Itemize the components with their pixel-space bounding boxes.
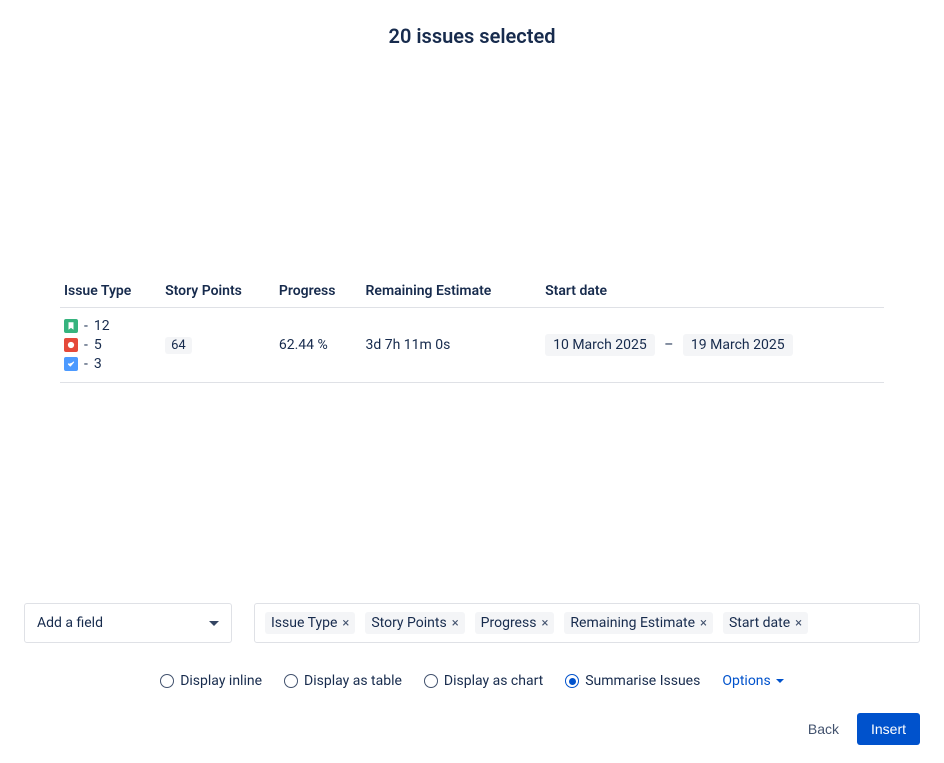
options-label: Options — [722, 673, 770, 689]
chip-issue-type: Issue Type × — [265, 612, 355, 634]
chip-remove-icon[interactable]: × — [342, 617, 349, 630]
radio-summarise-issues[interactable]: Summarise Issues — [565, 673, 700, 689]
summary-table: Issue Type Story Points Progress Remaini… — [60, 275, 884, 383]
chip-label: Start date — [729, 615, 790, 631]
radio-label: Summarise Issues — [585, 673, 700, 689]
summary-data-row: - 12 - 5 — [60, 308, 884, 383]
task-icon — [64, 357, 78, 371]
chip-label: Story Points — [371, 615, 446, 631]
col-header-issue-type: Issue Type — [60, 275, 161, 308]
add-field-select[interactable]: Add a field — [24, 603, 232, 643]
issue-type-sep: - — [84, 318, 88, 334]
back-button[interactable]: Back — [808, 721, 839, 737]
summary-table-container: Issue Type Story Points Progress Remaini… — [60, 275, 884, 383]
chevron-down-icon — [776, 679, 784, 683]
add-field-placeholder: Add a field — [37, 615, 103, 631]
issue-type-count-bug: 5 — [94, 337, 102, 353]
radio-icon — [565, 674, 579, 688]
issue-type-sep: - — [84, 356, 88, 372]
summary-header-row: Issue Type Story Points Progress Remaini… — [60, 275, 884, 308]
chip-remove-icon[interactable]: × — [541, 617, 548, 630]
radio-label: Display inline — [180, 673, 262, 689]
issue-type-count-story: 12 — [94, 318, 110, 334]
remaining-estimate-value: 3d 7h 11m 0s — [366, 337, 451, 353]
bug-icon — [64, 338, 78, 352]
col-header-remaining-estimate: Remaining Estimate — [362, 275, 542, 308]
chip-remove-icon[interactable]: × — [452, 617, 459, 630]
issue-type-breakdown: - 12 - 5 — [64, 318, 157, 372]
insert-button[interactable]: Insert — [857, 713, 920, 745]
col-header-story-points: Story Points — [161, 275, 275, 308]
issue-type-sep: - — [84, 337, 88, 353]
chevron-down-icon — [209, 621, 219, 626]
story-icon — [64, 319, 78, 333]
chip-remove-icon[interactable]: × — [700, 617, 707, 630]
start-date-from: 10 March 2025 — [545, 334, 655, 356]
story-points-value: 64 — [165, 337, 192, 354]
page-title: 20 issues selected — [0, 24, 944, 48]
issue-type-row-bug: - 5 — [64, 337, 157, 353]
issue-type-row-task: - 3 — [64, 356, 157, 372]
field-selection-row: Add a field Issue Type × Story Points × … — [24, 603, 920, 643]
radio-icon — [160, 674, 174, 688]
radio-display-chart[interactable]: Display as chart — [424, 673, 543, 689]
date-separator: – — [664, 337, 673, 353]
chip-remaining-estimate: Remaining Estimate × — [564, 612, 713, 634]
dialog-button-row: Back Insert — [24, 713, 920, 745]
radio-label: Display as chart — [444, 673, 543, 689]
radio-display-table[interactable]: Display as table — [284, 673, 402, 689]
options-link[interactable]: Options — [722, 673, 783, 689]
radio-icon — [284, 674, 298, 688]
chip-start-date: Start date × — [723, 612, 808, 634]
bottom-controls: Add a field Issue Type × Story Points × … — [24, 603, 920, 745]
chip-progress: Progress × — [475, 612, 555, 634]
radio-label: Display as table — [304, 673, 402, 689]
col-header-start-date: Start date — [541, 275, 884, 308]
radio-display-inline[interactable]: Display inline — [160, 673, 262, 689]
selected-fields-box[interactable]: Issue Type × Story Points × Progress × R… — [254, 603, 920, 643]
issue-type-count-task: 3 — [94, 356, 102, 372]
start-date-to: 19 March 2025 — [683, 334, 793, 356]
chip-label: Progress — [481, 615, 537, 631]
radio-icon — [424, 674, 438, 688]
display-mode-row: Display inline Display as table Display … — [24, 673, 920, 689]
col-header-progress: Progress — [275, 275, 362, 308]
issue-type-row-story: - 12 — [64, 318, 157, 334]
progress-value: 62.44 % — [279, 337, 328, 353]
chip-label: Remaining Estimate — [570, 615, 695, 631]
chip-story-points: Story Points × — [365, 612, 464, 634]
chip-remove-icon[interactable]: × — [795, 617, 802, 630]
chip-label: Issue Type — [271, 615, 337, 631]
